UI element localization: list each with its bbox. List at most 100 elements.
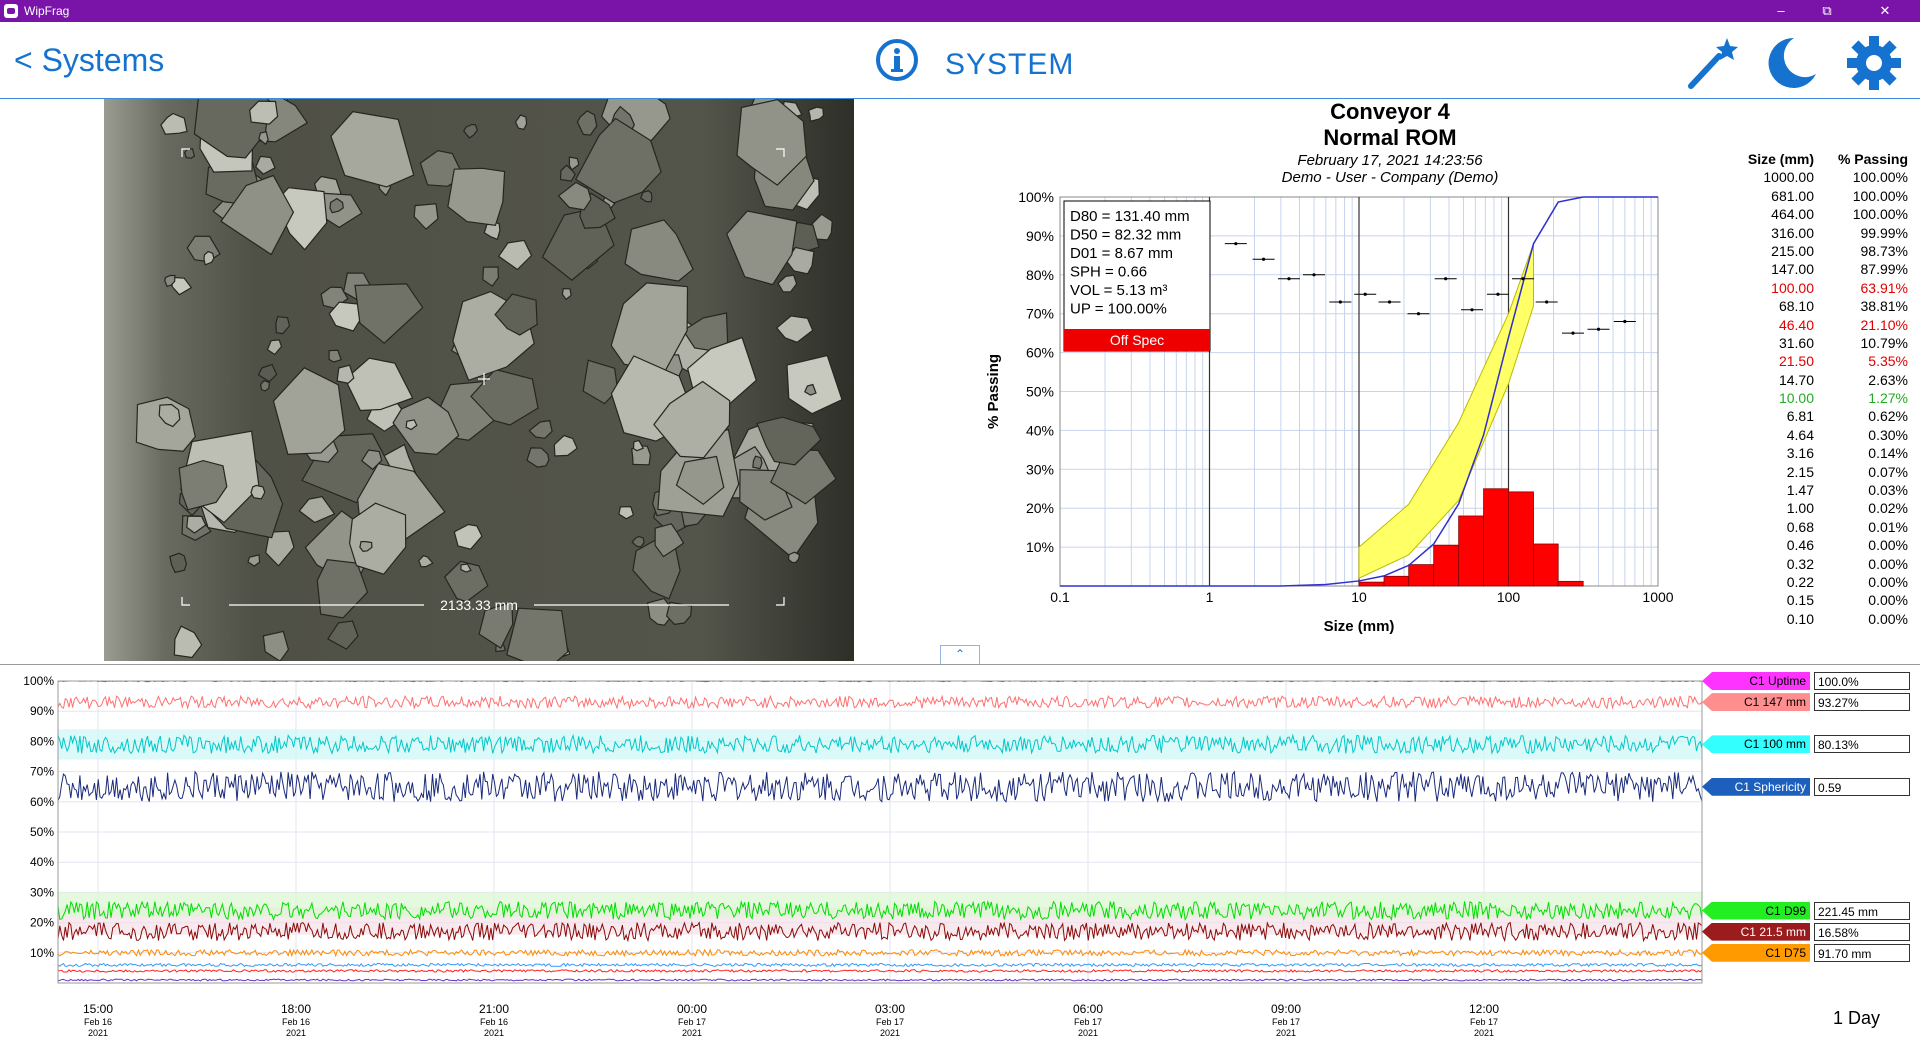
size-cell: 3.16 [1786, 445, 1814, 462]
psd-table-row: 0.46 0.00% [1718, 536, 1918, 554]
x-tick-label: 10 [1351, 589, 1367, 605]
trend-panel: 15:00 Feb 16 2021 18:00 Feb 16 2021 21:00 Feb 1… [0, 664, 1920, 1041]
moon-icon[interactable] [1762, 34, 1820, 92]
x-tick-year: 2021 [88, 1028, 108, 1038]
scale-label: 2133.33 mm [440, 597, 518, 613]
x-tick-date: Feb 17 [1272, 1017, 1300, 1027]
size-cell: 147.00 [1771, 261, 1814, 278]
y-tick-label: 10% [30, 946, 54, 960]
histogram-bar [1458, 515, 1484, 587]
history-marker-dot [1287, 277, 1291, 281]
legend-label: C1 Uptime [1702, 672, 1810, 690]
passing-cell: 5.35% [1868, 353, 1908, 370]
y-tick-label: 90% [1026, 228, 1054, 244]
passing-cell: 38.81% [1860, 298, 1908, 315]
psd-table-row: 6.81 0.62% [1718, 407, 1918, 425]
passing-cell: 87.99% [1860, 261, 1908, 278]
page-title: SYSTEM [945, 48, 1075, 81]
stats-line: D80 = 131.40 mm [1070, 208, 1190, 225]
passing-cell: 100.00% [1852, 206, 1908, 223]
x-tick-time: 09:00 [1271, 1002, 1301, 1016]
y-tick-label: 10% [1026, 539, 1054, 555]
chart-title: Conveyor 4 [1330, 99, 1450, 124]
size-cell: 0.10 [1786, 610, 1814, 627]
history-marker-dot [1387, 300, 1392, 304]
stats-line: D01 = 8.67 mm [1070, 245, 1173, 262]
size-cell: 0.68 [1786, 518, 1814, 535]
psd-table-row: 0.22 0.00% [1718, 573, 1918, 591]
psd-table-row: 3.16 0.14% [1718, 444, 1918, 462]
gear-icon[interactable] [1845, 34, 1903, 92]
histogram-bar [1358, 581, 1385, 587]
y-tick-label: 50% [1026, 384, 1054, 400]
x-tick-date: Feb 17 [678, 1017, 706, 1027]
psd-table-row: 0.32 0.00% [1718, 555, 1918, 573]
size-cell: 2.15 [1786, 463, 1814, 480]
psd-table-row: 1.47 0.03% [1718, 481, 1918, 499]
info-icon[interactable] [875, 38, 919, 82]
x-tick-time: 15:00 [83, 1002, 113, 1016]
history-marker-dot [1444, 277, 1448, 281]
passing-cell: 99.99% [1860, 224, 1908, 241]
y-tick-label: 20% [1026, 500, 1054, 516]
psd-table-row: 215.00 98.73% [1718, 242, 1918, 260]
psd-plot[interactable]: 10% 20% 30% 40% 50% 60% 70% 80% 90% 100% 0.1 1 10 100… [950, 181, 1710, 651]
close-icon[interactable]: ✕ [1850, 0, 1920, 22]
x-tick-time: 00:00 [677, 1002, 707, 1016]
rock-shape [260, 379, 271, 392]
passing-cell: 0.00% [1868, 537, 1908, 554]
stats-line: SPH = 0.66 [1070, 264, 1147, 281]
history-marker-dot [1312, 273, 1316, 277]
y-tick-label: 70% [30, 765, 54, 779]
legend-value: 221.45 mm [1814, 901, 1910, 920]
trend-chart[interactable]: 15:00Feb 16202118:00Feb 16202121:00Feb 1… [0, 665, 1920, 1041]
passing-cell: 2.63% [1868, 371, 1908, 388]
passing-cell: 0.00% [1868, 555, 1908, 572]
history-marker-dot [1234, 242, 1238, 246]
legend-label: C1 Sphericity [1702, 777, 1810, 796]
stats-line: D50 = 82.32 mm [1070, 227, 1181, 244]
history-marker-dot [1261, 257, 1266, 261]
y-tick-label: 70% [1026, 306, 1054, 322]
y-tick-label: 20% [30, 916, 54, 930]
histogram-bar [1383, 575, 1410, 587]
passing-cell: 0.07% [1868, 463, 1908, 480]
magic-wand-icon[interactable] [1683, 34, 1741, 92]
trend-series [57, 694, 1703, 710]
history-marker-dot [1470, 308, 1474, 312]
rock-shape [184, 148, 196, 159]
time-range-label[interactable]: 1 Day [1833, 1008, 1880, 1029]
size-cell: 0.22 [1786, 573, 1814, 590]
back-systems-link[interactable]: < Systems [14, 42, 164, 79]
passing-cell: 0.01% [1868, 518, 1908, 535]
legend-label: C1 147 mm [1702, 693, 1810, 712]
y-tick-label: 60% [1026, 345, 1054, 361]
passing-cell: 0.00% [1868, 610, 1908, 627]
y-tick-label: 50% [30, 825, 54, 839]
restore-icon[interactable]: ⧉ [1804, 0, 1850, 22]
psd-table-row: 2.15 0.07% [1718, 463, 1918, 481]
history-marker-dot [1496, 292, 1500, 296]
passing-cell: 0.62% [1868, 408, 1908, 425]
psd-table-row: 0.10 0.00% [1718, 610, 1918, 628]
legend-label: C1 D99 [1702, 901, 1810, 920]
x-tick-time: 18:00 [281, 1002, 311, 1016]
y-tick-label: 60% [30, 795, 54, 809]
psd-table-row: 31.60 10.79% [1718, 334, 1918, 352]
size-cell: 10.00 [1778, 390, 1814, 407]
psd-table-row: 68.10 38.81% [1718, 297, 1918, 315]
x-tick-label: 1000 [1642, 589, 1673, 605]
y-tick-label: 30% [30, 885, 54, 899]
y-tick-label: 30% [1026, 461, 1054, 477]
size-cell: 4.64 [1786, 426, 1814, 443]
histogram-bar [1557, 580, 1584, 587]
size-cell: 681.00 [1771, 187, 1814, 204]
psd-table-row: 21.50 5.35% [1718, 352, 1918, 370]
conveyor-camera-image[interactable]: 2133.33 mm [104, 99, 854, 661]
collapse-toggle-button[interactable]: ⌃ [940, 645, 980, 665]
psd-table-row: 1.00 0.02% [1718, 499, 1918, 517]
y-tick-label: 80% [1026, 267, 1054, 283]
minimize-icon[interactable]: – [1758, 0, 1804, 22]
history-marker-dot [1363, 292, 1367, 296]
history-marker-dot [1623, 319, 1627, 324]
